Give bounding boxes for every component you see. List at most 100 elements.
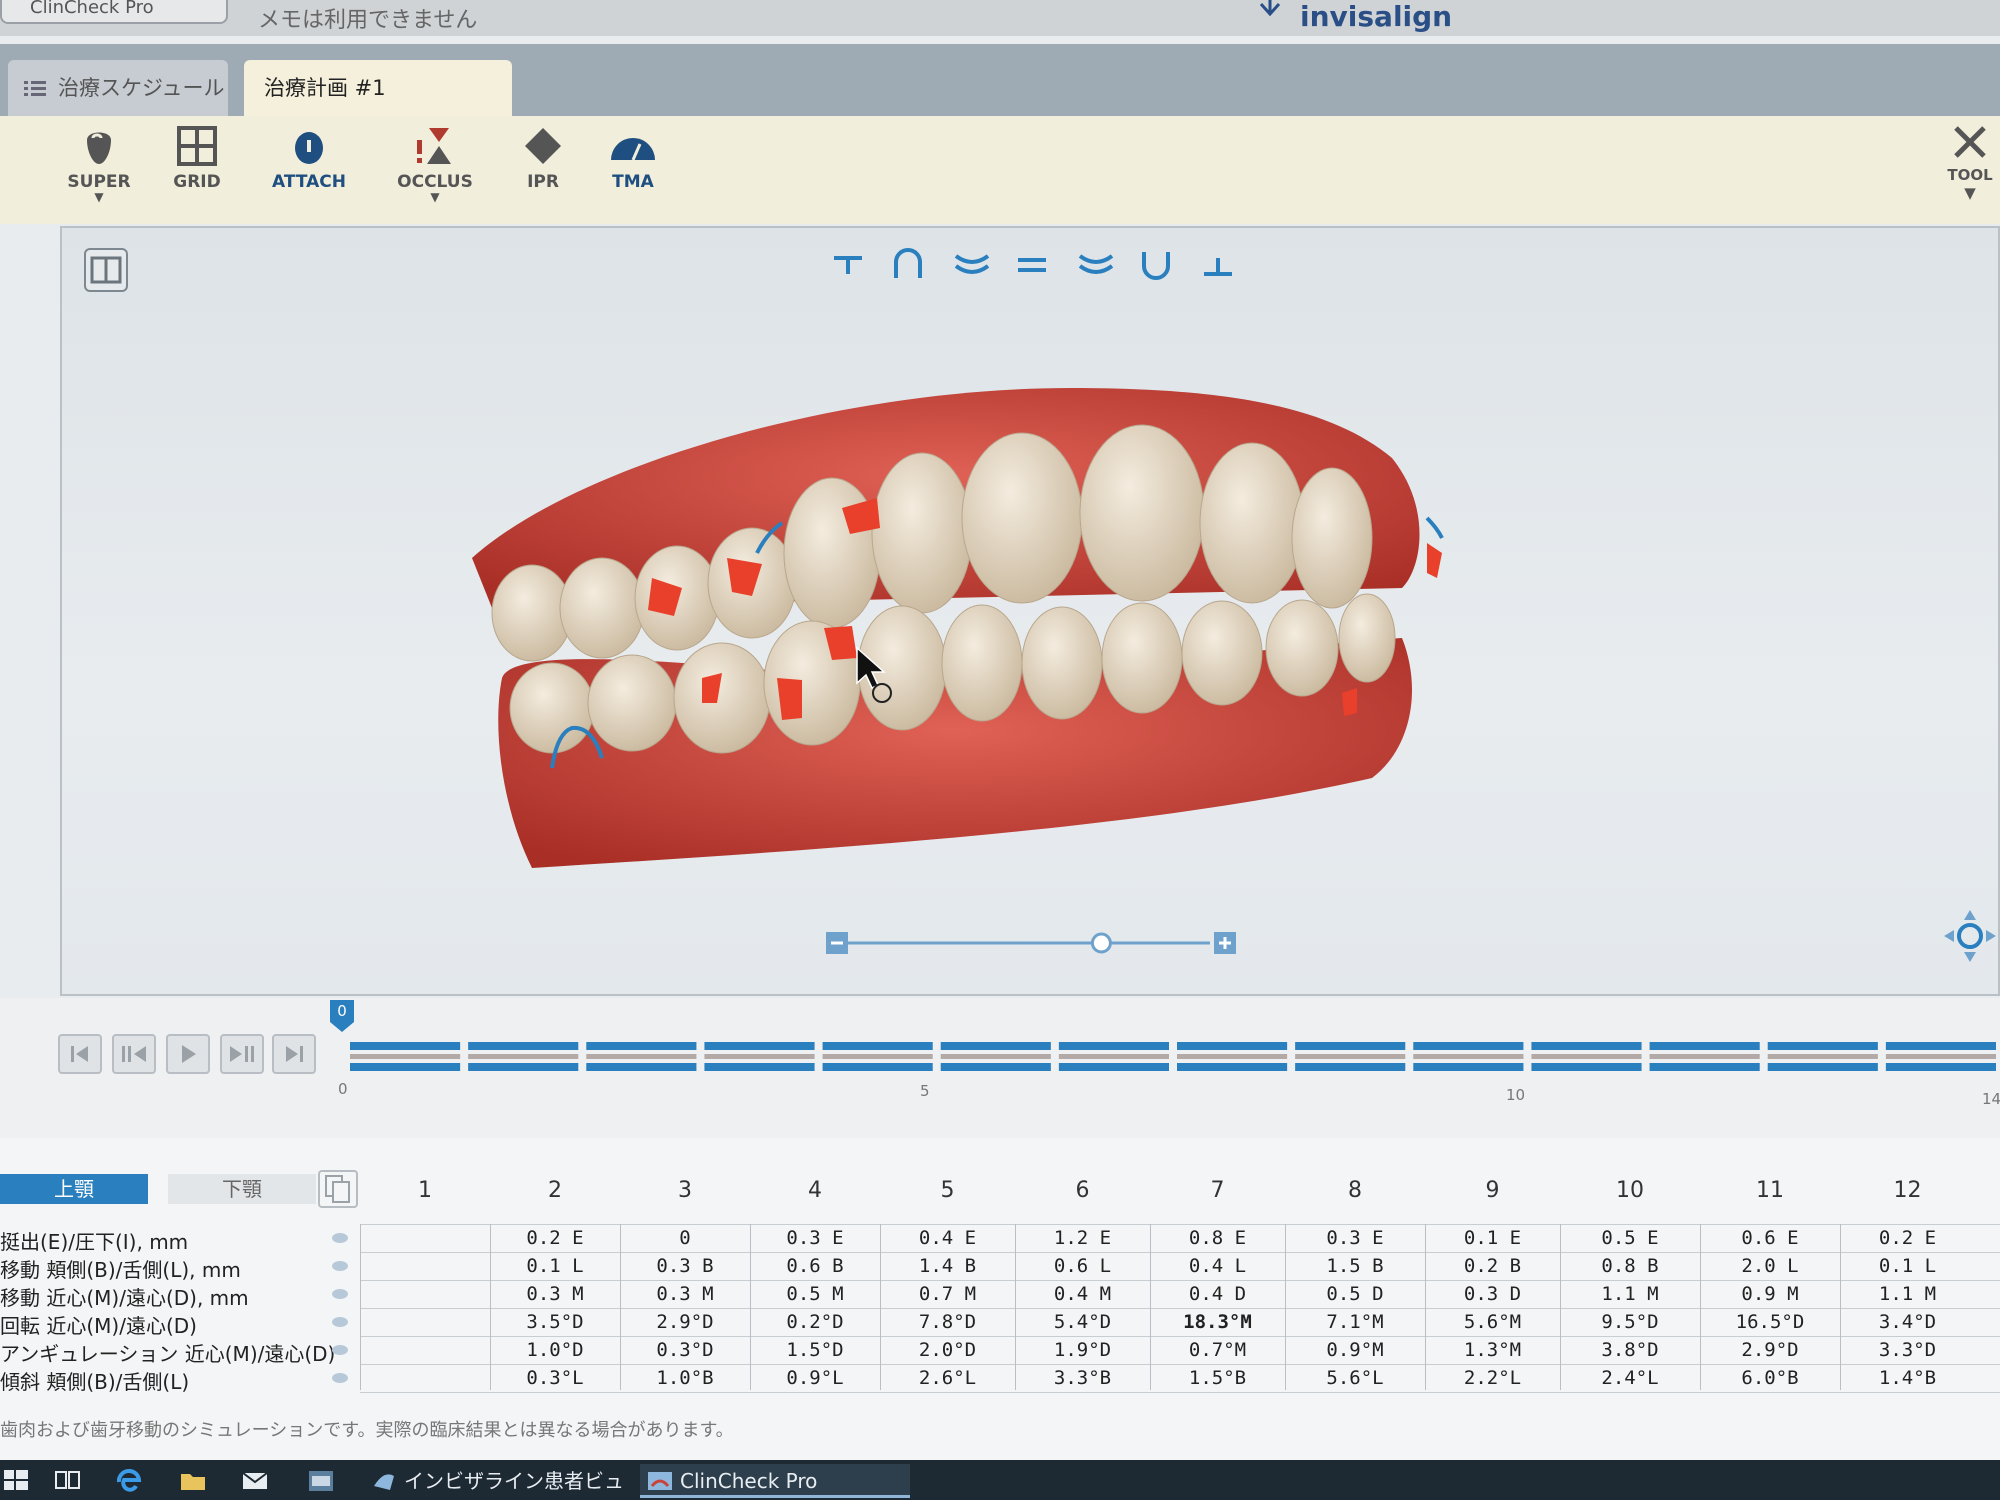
table-cell[interactable]: 1.0°B — [620, 1364, 750, 1392]
play-button[interactable] — [166, 1034, 210, 1074]
table-cell[interactable]: 1.9°D — [1015, 1336, 1150, 1364]
view-bottom-icon[interactable] — [1204, 258, 1232, 276]
tool-tma[interactable]: TMA — [588, 126, 678, 230]
table-cell[interactable]: 0.9 M — [1700, 1280, 1840, 1308]
next-stage-button[interactable] — [220, 1034, 264, 1074]
table-cell[interactable]: 0.4 M — [1015, 1280, 1150, 1308]
table-cell[interactable]: 1.1 M — [1560, 1280, 1700, 1308]
zoom-thumb[interactable] — [1090, 932, 1112, 954]
table-cell[interactable]: 3.5°D — [490, 1308, 620, 1336]
stage-bars[interactable] — [346, 1034, 2000, 1082]
table-cell[interactable]: 1.0°D — [490, 1336, 620, 1364]
zoom-slider[interactable] — [822, 928, 1242, 958]
table-cell[interactable] — [360, 1364, 490, 1392]
table-cell[interactable]: 3.4°D — [1840, 1308, 1975, 1336]
table-cell[interactable]: 1.5 B — [1285, 1252, 1425, 1280]
table-cell[interactable] — [360, 1280, 490, 1308]
table-cell[interactable]: 1.4°B — [1840, 1364, 1975, 1392]
lower-jaw-tab[interactable]: 下顎 — [168, 1174, 316, 1204]
table-cell[interactable]: 9.5°D — [1560, 1308, 1700, 1336]
view-upper-arch-icon[interactable] — [894, 248, 922, 278]
view-navigation-widget[interactable] — [1942, 908, 1998, 964]
zoom-out-button[interactable] — [826, 932, 848, 954]
table-cell[interactable]: 0.2 E — [490, 1224, 620, 1252]
stage-segment[interactable] — [1531, 1042, 1642, 1071]
table-cell[interactable]: 0.5 E — [1560, 1224, 1700, 1252]
last-stage-button[interactable] — [272, 1034, 316, 1074]
app-menu-button[interactable]: ClinCheck Pro — [0, 0, 228, 24]
dental-arch-3d-model[interactable] — [452, 348, 1472, 908]
tool-grid[interactable]: GRID — [152, 126, 242, 192]
split-view-button[interactable] — [84, 248, 128, 292]
table-cell[interactable]: 1.1 M — [1840, 1280, 1975, 1308]
file-explorer-icon[interactable] — [178, 1466, 208, 1494]
stage-segment[interactable] — [468, 1042, 579, 1071]
table-cell[interactable]: 0.1 L — [1840, 1252, 1975, 1280]
stage-segment[interactable] — [586, 1042, 697, 1071]
stage-segment[interactable] — [1649, 1042, 1760, 1071]
table-cell[interactable]: 0.6 E — [1700, 1224, 1840, 1252]
view-lower-arch-icon[interactable] — [1142, 252, 1170, 280]
table-cell[interactable]: 0.3 B — [620, 1252, 750, 1280]
tool-occlus[interactable]: OCCLUS ▼ — [390, 126, 480, 203]
stage-segment[interactable] — [704, 1042, 815, 1071]
table-cell[interactable]: 1.5°B — [1150, 1364, 1285, 1392]
tools-menu-button[interactable]: TOOL ▼ — [1940, 122, 2000, 202]
table-cell[interactable]: 2.0 L — [1700, 1252, 1840, 1280]
table-cell[interactable]: 0.6 L — [1015, 1252, 1150, 1280]
table-cell[interactable]: 2.9°D — [1700, 1336, 1840, 1364]
table-cell[interactable]: 5.6°M — [1425, 1308, 1560, 1336]
tab-treatment-schedule[interactable]: 治療スケジュール — [8, 60, 228, 116]
table-cell[interactable]: 0.4 E — [880, 1224, 1015, 1252]
stage-segment[interactable] — [822, 1042, 933, 1071]
upper-jaw-tab[interactable]: 上顎 — [0, 1174, 148, 1204]
copy-table-button[interactable] — [318, 1170, 358, 1208]
edge-browser-icon[interactable] — [114, 1466, 144, 1494]
view-upper-occlusal-icon[interactable] — [954, 254, 990, 274]
table-cell[interactable]: 7.1°M — [1285, 1308, 1425, 1336]
mail-icon[interactable] — [240, 1466, 270, 1494]
table-cell[interactable]: 18.3°M — [1150, 1308, 1285, 1336]
table-cell[interactable]: 0.5 D — [1285, 1280, 1425, 1308]
stage-segment[interactable] — [1767, 1042, 1878, 1071]
table-cell[interactable] — [360, 1308, 490, 1336]
stage-segment[interactable] — [1058, 1042, 1169, 1071]
stage-segment[interactable] — [350, 1042, 461, 1071]
table-cell[interactable] — [360, 1224, 490, 1252]
view-front-icon[interactable] — [1018, 258, 1046, 272]
view-top-icon[interactable] — [834, 256, 862, 274]
table-cell[interactable]: 0.2 E — [1840, 1224, 1975, 1252]
table-cell[interactable]: 0.4 D — [1150, 1280, 1285, 1308]
table-cell[interactable]: 7.8°D — [880, 1308, 1015, 1336]
table-cell[interactable]: 3.8°D — [1560, 1336, 1700, 1364]
stage-segment[interactable] — [1177, 1042, 1288, 1071]
table-cell[interactable]: 0.1 E — [1425, 1224, 1560, 1252]
tool-attach[interactable]: ATTACH — [264, 126, 354, 230]
table-cell[interactable]: 1.4 B — [880, 1252, 1015, 1280]
table-cell[interactable]: 0.3 D — [1425, 1280, 1560, 1308]
table-cell[interactable]: 0.7 M — [880, 1280, 1015, 1308]
taskbar-app-patient-viewer[interactable]: インビザライン患者ビューア — [364, 1464, 634, 1498]
stage-segment[interactable] — [1413, 1042, 1524, 1071]
table-cell[interactable]: 2.4°L — [1560, 1364, 1700, 1392]
previous-stage-button[interactable] — [112, 1034, 156, 1074]
table-cell[interactable]: 0.2°D — [750, 1308, 880, 1336]
table-cell[interactable]: 0.3°D — [620, 1336, 750, 1364]
table-cell[interactable]: 0.8 E — [1150, 1224, 1285, 1252]
table-cell[interactable]: 2.6°L — [880, 1364, 1015, 1392]
table-cell[interactable]: 0.9°M — [1285, 1336, 1425, 1364]
taskbar-app-clincheck[interactable]: ClinCheck Pro Visualiz... — [640, 1464, 910, 1498]
table-cell[interactable]: 3.3°D — [1840, 1336, 1975, 1364]
table-cell[interactable]: 0.4 L — [1150, 1252, 1285, 1280]
table-cell[interactable] — [360, 1336, 490, 1364]
windows-start-icon[interactable] — [2, 1466, 32, 1494]
table-cell[interactable]: 0.1 L — [490, 1252, 620, 1280]
table-cell[interactable]: 2.9°D — [620, 1308, 750, 1336]
table-cell[interactable]: 0.3 M — [490, 1280, 620, 1308]
table-cell[interactable]: 1.2 E — [1015, 1224, 1150, 1252]
table-cell[interactable]: 1.3°M — [1425, 1336, 1560, 1364]
tool-super[interactable]: SUPER ▼ — [54, 126, 144, 203]
table-cell[interactable]: 0.3 E — [750, 1224, 880, 1252]
table-cell[interactable]: 0.2 B — [1425, 1252, 1560, 1280]
app-icon[interactable] — [306, 1466, 336, 1494]
